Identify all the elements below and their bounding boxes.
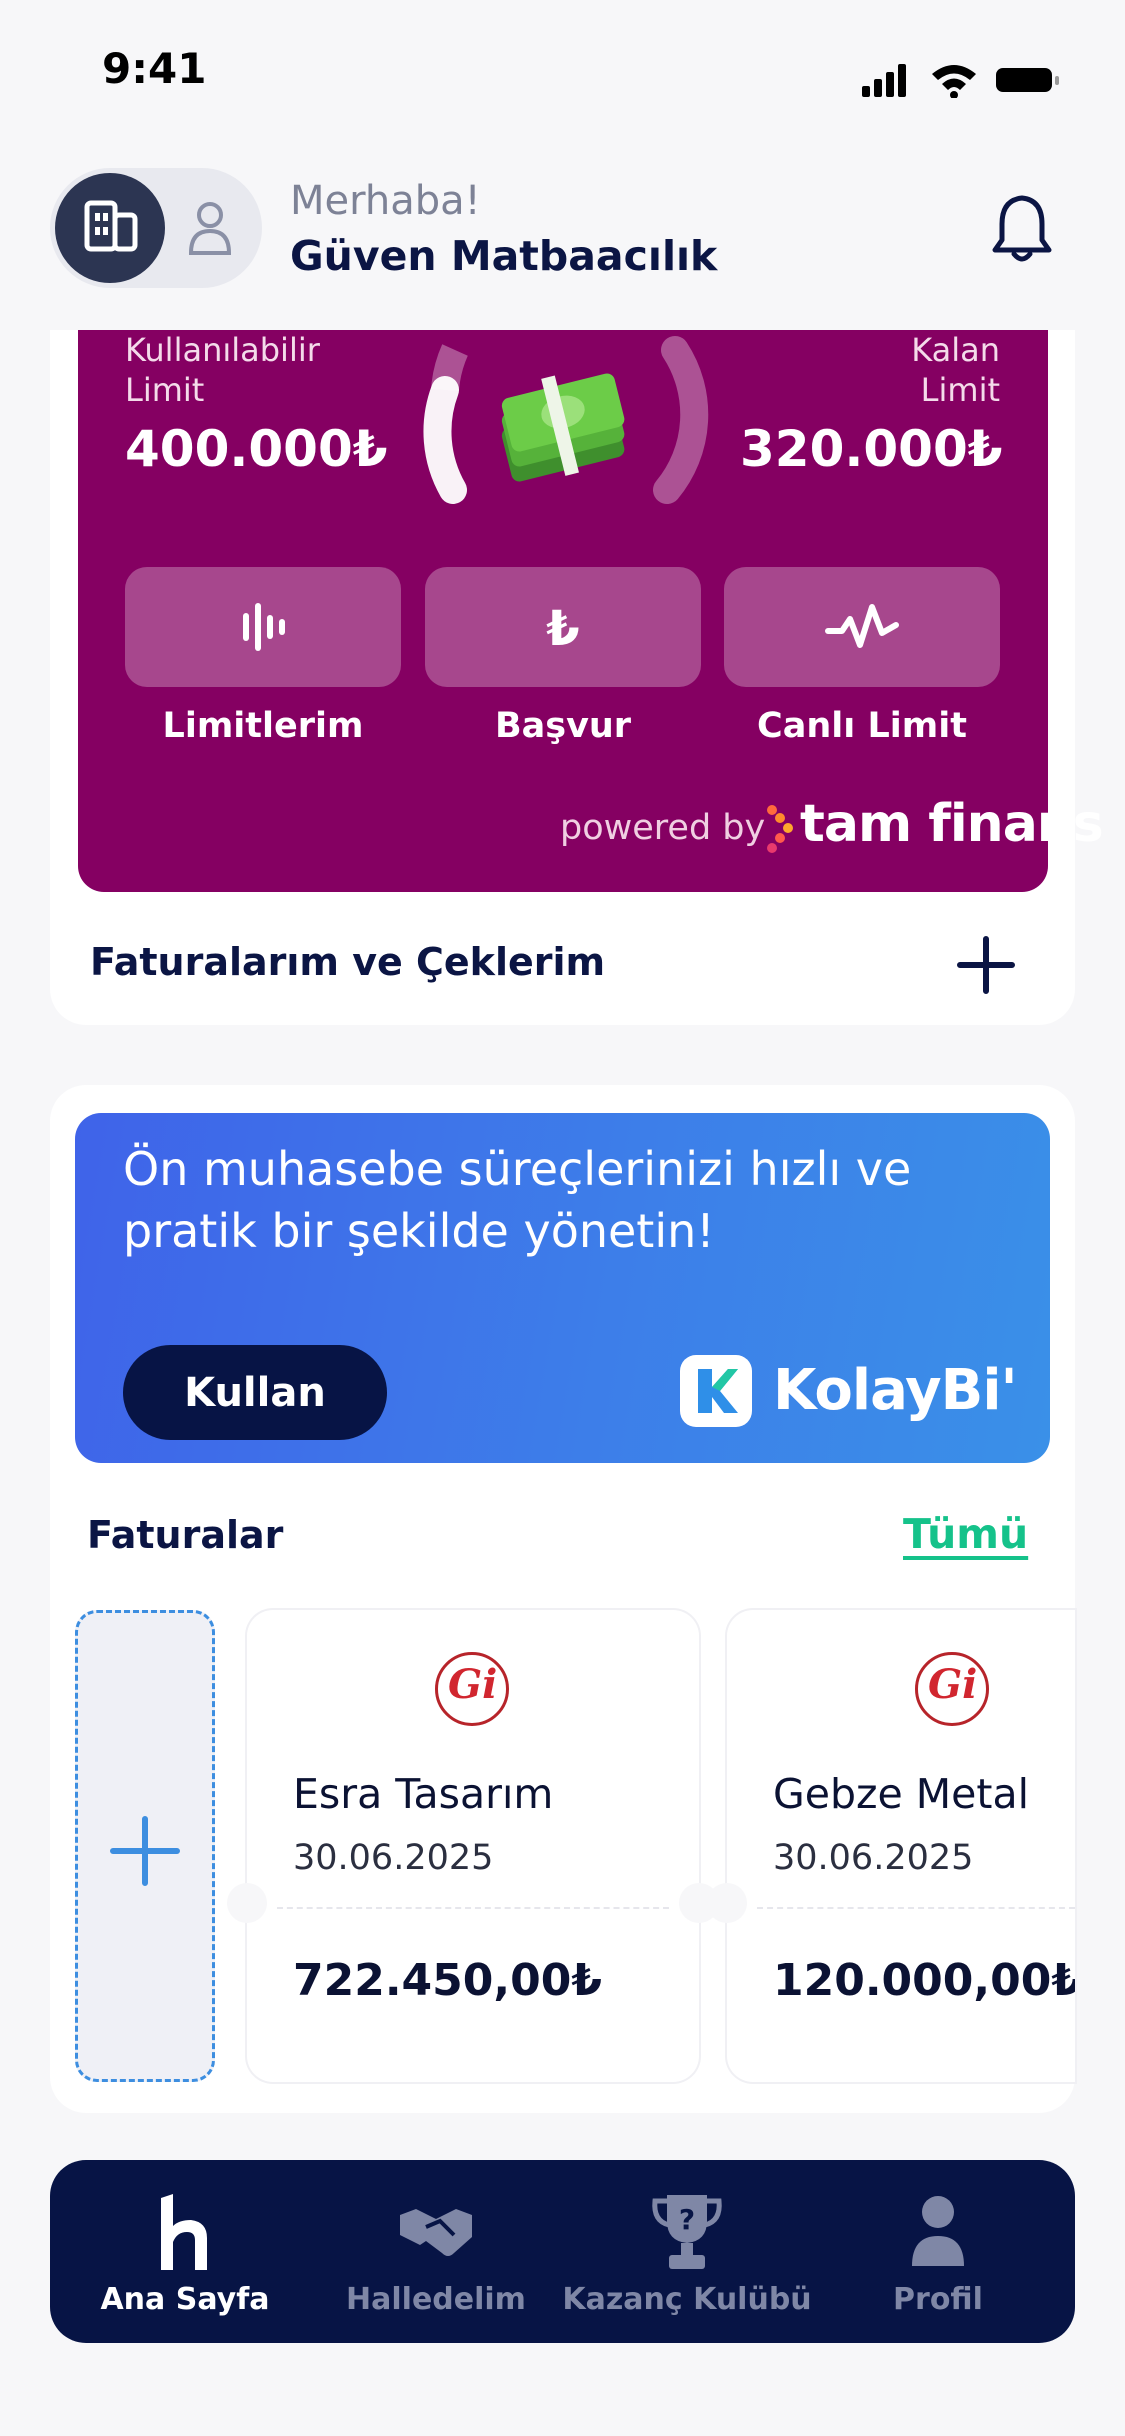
canli-limit-label: Canlı Limit <box>757 706 967 746</box>
add-invoice-button[interactable] <box>75 1610 215 2082</box>
invoices-checks-title[interactable]: Faturalarım ve Çeklerim <box>90 940 605 984</box>
lira-icon: ₺ <box>546 601 579 657</box>
invoice-amount: 120.000,00₺ <box>773 1955 1075 2006</box>
tam-finans-brand: tam finans <box>800 794 1104 854</box>
svg-text:?: ? <box>679 2203 695 2236</box>
person-mode-icon[interactable] <box>175 193 245 263</box>
tab-ana-sayfa[interactable]: Ana Sayfa <box>60 2188 310 2317</box>
invoice-amount: 722.450,00₺ <box>293 1955 602 2006</box>
invoice-company: Gebze Metal <box>773 1770 1029 1818</box>
bell-icon[interactable] <box>990 192 1054 264</box>
building-icon <box>84 200 138 252</box>
basvur-button[interactable]: ₺ <box>425 567 701 687</box>
signal-icon <box>862 64 906 97</box>
gib-logo-icon: Gi <box>915 1652 989 1726</box>
tab-label: Ana Sayfa <box>100 2282 270 2317</box>
powered-by-text: powered by <box>560 808 766 848</box>
tab-label: Halledelim <box>346 2282 526 2317</box>
kolaybi-brand: KolayBi' <box>773 1358 1018 1423</box>
trophy-icon: ? <box>652 2195 722 2269</box>
account-type-toggle[interactable] <box>50 168 262 288</box>
plus-icon <box>110 1816 180 1886</box>
faturalar-title: Faturalar <box>87 1513 284 1557</box>
card-notch <box>227 1883 267 1923</box>
company-mode-option[interactable] <box>55 173 165 283</box>
svg-text:₺: ₺ <box>546 601 579 657</box>
company-name: Güven Matbaacılık <box>290 232 718 280</box>
tam-finans-logo-icon <box>767 805 793 853</box>
money-stack-icon <box>501 373 625 482</box>
kolaybi-logo-icon <box>680 1355 752 1427</box>
invoice-company: Esra Tasarım <box>293 1770 554 1818</box>
limitlerim-button[interactable] <box>125 567 401 687</box>
greeting-text: Merhaba! <box>290 178 481 224</box>
divider <box>277 1907 669 1909</box>
pulse-icon <box>825 604 899 648</box>
battery-icon <box>996 68 1059 92</box>
card-notch <box>707 1883 747 1923</box>
invoice-date: 30.06.2025 <box>773 1838 974 1878</box>
invoice-card[interactable]: Gi Esra Tasarım 30.06.2025 722.450,00₺ <box>247 1610 699 2082</box>
banner-text: Ön muhasebe süreçlerinizi hızlı ve prati… <box>123 1142 912 1258</box>
bars-icon <box>243 603 285 651</box>
available-limit-value: 400.000₺ <box>125 420 388 478</box>
tab-halledelim[interactable]: Halledelim <box>311 2188 561 2317</box>
limit-gauge <box>423 336 709 504</box>
tab-label: Profil <box>893 2282 983 2317</box>
available-limit-label: Kullanılabilir Limit <box>125 331 320 409</box>
divider <box>757 1907 1075 1909</box>
plus-icon[interactable] <box>956 935 1016 995</box>
invoice-card[interactable]: Gi Gebze Metal 30.06.2025 120.000,00₺ <box>727 1610 1075 2082</box>
wifi-icon <box>932 65 976 98</box>
person-icon <box>912 2196 964 2266</box>
basvur-label: Başvur <box>494 706 632 746</box>
gib-logo-icon: Gi <box>435 1652 509 1726</box>
handshake-icon <box>400 2209 472 2256</box>
status-time: 9:41 <box>102 44 207 93</box>
canli-limit-button[interactable] <box>724 567 1000 687</box>
remaining-limit-value: 320.000₺ <box>740 420 1003 478</box>
kullan-button[interactable]: Kullan <box>123 1345 387 1440</box>
status-icons <box>862 64 1059 98</box>
see-all-link[interactable]: Tümü <box>903 1510 1028 1558</box>
home-icon <box>161 2194 207 2270</box>
invoice-date: 30.06.2025 <box>293 1838 494 1878</box>
limitlerim-label: Limitlerim <box>162 706 364 746</box>
remaining-limit-label: Kalan Limit <box>911 331 1000 409</box>
tab-label: Kazanç Kulübü <box>562 2282 812 2317</box>
tab-kazanc-kulubu[interactable]: ? Kazanç Kulübü <box>562 2188 812 2317</box>
tab-profil[interactable]: Profil <box>813 2188 1063 2317</box>
